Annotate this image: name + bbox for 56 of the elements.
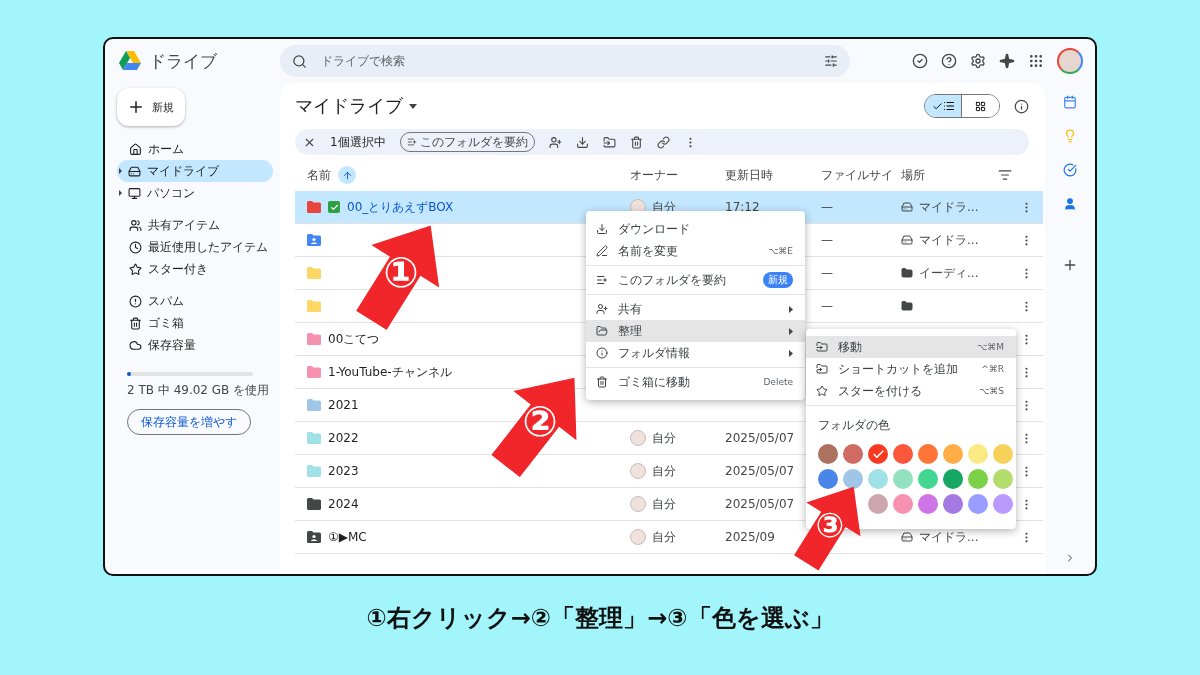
file-size: — [821,266,833,280]
file-size: — [821,200,833,214]
column-header[interactable]: 更新日時 [725,166,821,184]
search-field[interactable]: ドライブで検索 [319,53,812,69]
file-name: 00_とりあえずBOX [347,198,454,216]
storage-text: 2 TB 中 49.02 GB を使用 [126,382,271,399]
menu-item[interactable]: 名前を変更 ⌥⌘E [586,240,805,262]
new-badge: 新規 [763,272,793,288]
page-title[interactable]: マイドライブ [295,94,403,118]
file-name: 00こてつ [328,330,380,348]
file-size: — [821,233,833,247]
column-header[interactable]: 名前 [307,166,331,184]
location-text[interactable]: マイドラ... [919,231,979,249]
file-name: 2022 [328,431,359,445]
modified-date: 17:12 [725,200,760,214]
sidebar-item[interactable]: 共有アイテム [117,214,273,236]
sidebar-item[interactable]: パソコン [117,182,273,204]
sidebar-item[interactable]: ゴミ箱 [117,312,273,334]
selection-count: 1個選択中 [330,133,386,151]
file-name: 2023 [328,464,359,478]
modified-date: 2025/05/07 [725,431,795,445]
file-name: 1-YouTube-チャンネル [328,363,452,381]
new-button[interactable]: 新規 [117,88,185,126]
file-size: — [821,299,833,313]
column-header[interactable]: オーナー [630,166,725,184]
location-text[interactable]: イーディ... [919,264,979,282]
file-name: 2021 [328,398,359,412]
sidebar-item[interactable]: 保存容量 [117,334,273,356]
file-name: 2024 [328,497,359,511]
sidebar-item[interactable]: マイドライブ [117,160,273,182]
caption: ①右クリック→②「整理」→③「色を選ぶ」 [366,603,834,634]
search-bar[interactable]: ドライブで検索 [280,45,850,77]
owner-text: 自分 [652,528,676,546]
location-text[interactable]: マイドラ... [919,528,979,546]
menu-item[interactable]: 移動 ⌥⌘M [806,336,1016,358]
step-number: ① [383,252,419,294]
sidebar-item[interactable]: スパム [117,290,273,312]
owner-text: 自分 [652,429,676,447]
file-name: ①▶MC [328,530,367,544]
menu-item[interactable]: フォルダ情報 [586,342,805,364]
menu-item[interactable]: ショートカットを追加 ^⌘R [806,358,1016,380]
app-name: ドライブ [149,49,217,73]
sidebar-item[interactable]: ホーム [117,138,273,160]
modified-date: 2025/05/07 [725,464,795,478]
modified-date: 2025/05/07 [725,497,795,511]
sidebar-item[interactable]: スター付き [117,258,273,280]
menu-item[interactable]: このフォルダを要約 新規 [586,269,805,291]
sidebar-item[interactable]: 最近使用したアイテム [117,236,273,258]
menu-item[interactable]: 整理 [586,320,805,342]
column-header[interactable]: ファイルサイ [821,166,901,184]
owner-text: 自分 [652,495,676,513]
modified-date: 2025/09 [725,530,775,544]
location-text[interactable]: マイドラ... [919,198,979,216]
menu-item[interactable]: 共有 [586,298,805,320]
column-header[interactable]: 場所 [901,166,998,184]
owner-text: 自分 [652,462,676,480]
